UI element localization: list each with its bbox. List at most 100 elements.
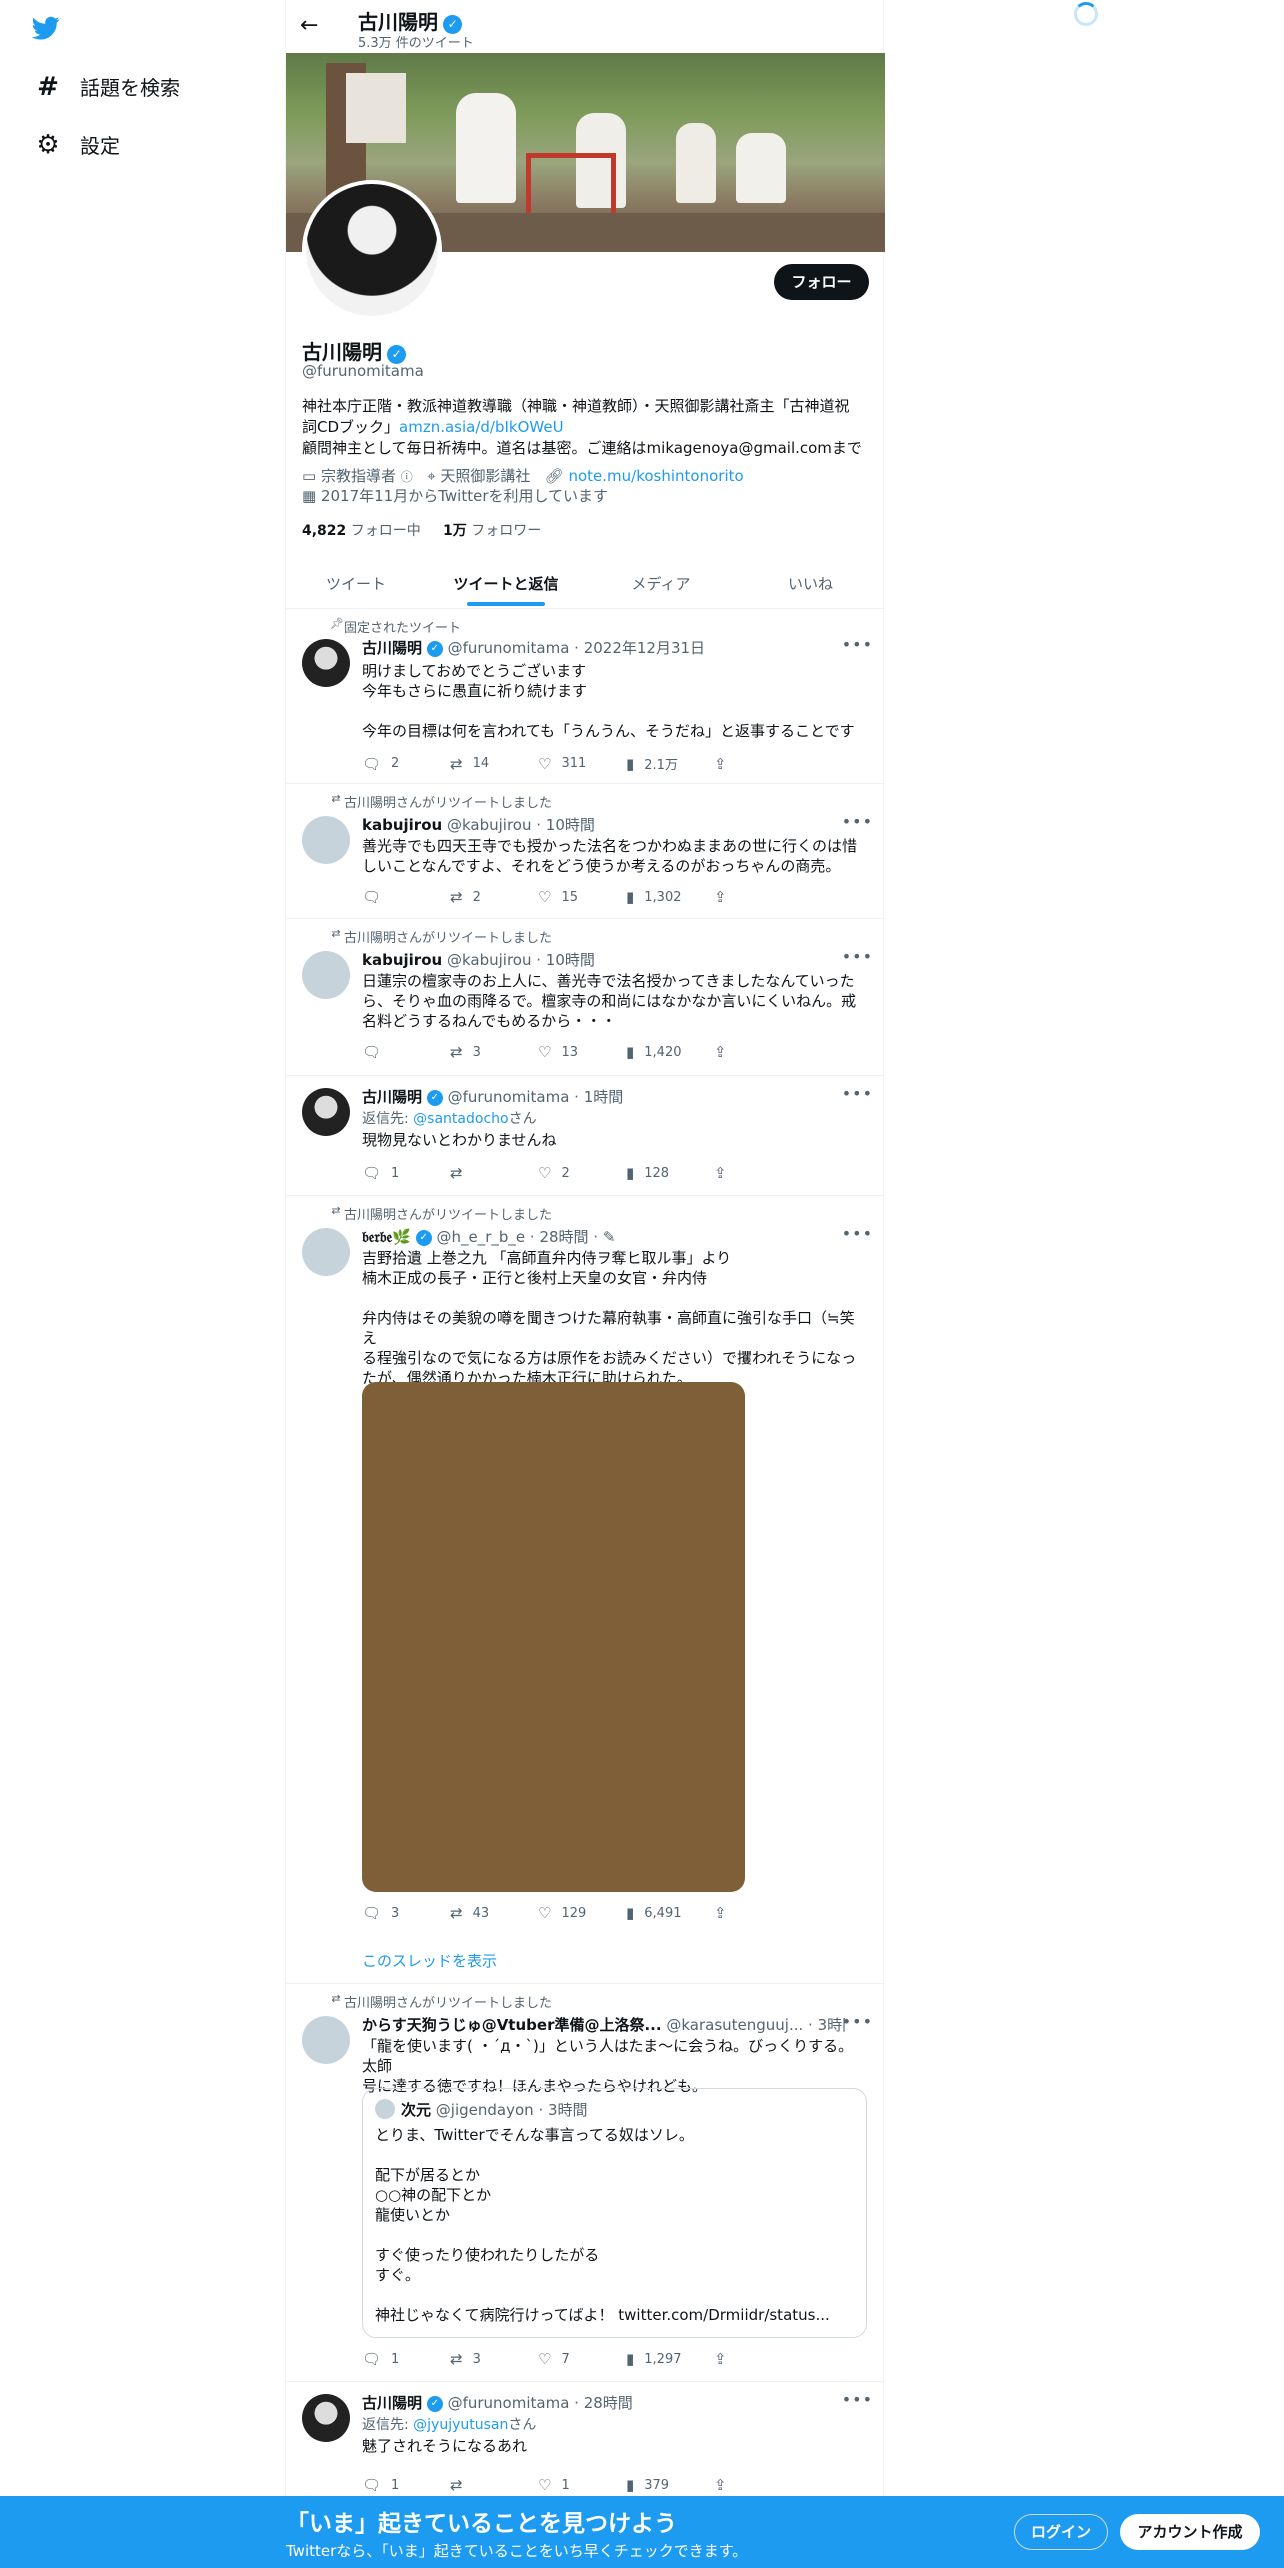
views-button[interactable]: ▮ 1,297 [626, 2350, 714, 2368]
profile-category: 宗教指導者 [320, 467, 396, 485]
avatar[interactable] [302, 2394, 350, 2442]
share-button[interactable]: ⇪ [714, 2350, 802, 2368]
tweet-media-image[interactable] [362, 1382, 745, 1892]
follow-button[interactable]: フォロー [774, 264, 869, 300]
avatar[interactable] [302, 639, 350, 687]
retweet-button[interactable]: ⇄ 14 [450, 754, 538, 773]
tweet-handle[interactable]: @h_e_r_b_e [436, 1228, 525, 1246]
edited-icon[interactable]: ✎ [603, 1228, 616, 1246]
views-button[interactable]: ▮ 2.1万 [626, 754, 714, 774]
login-button[interactable]: ログイン [1014, 2514, 1108, 2550]
tweet-author-name[interactable]: 古川陽明 [362, 2394, 422, 2412]
like-button[interactable]: ♡ 7 [538, 2350, 626, 2368]
avatar[interactable] [302, 2016, 350, 2064]
tweet-handle[interactable]: @kabujirou [447, 816, 532, 834]
reply-button[interactable]: 🗨︎ 1 [362, 1164, 450, 1182]
avatar[interactable] [302, 816, 350, 864]
tweet-author-name[interactable]: からす天狗うじゅ@Vtuber準備@上洛祭... [362, 2016, 662, 2034]
sidebar-item-settings[interactable]: ⚙ 設定 [34, 130, 120, 159]
avatar[interactable] [302, 951, 350, 999]
reply-button[interactable]: 🗨︎ 1 [362, 2476, 450, 2494]
tweet-author-name[interactable]: kabujirou [362, 816, 442, 834]
retweet-button[interactable]: ⇄ [450, 1164, 538, 1182]
reply-button[interactable]: 🗨︎ 1 [362, 2350, 450, 2368]
share-button[interactable]: ⇪ [714, 888, 802, 906]
show-thread-link[interactable]: このスレッドを表示 [362, 1950, 497, 1971]
reply-button[interactable]: 🗨︎ 2 [362, 754, 450, 773]
tweet-retweet-media[interactable]: ⇄ 古川陽明さんがリツイートしました 𝔟𝔢𝔯𝔟𝔢🌿 ✓ @h_e_r_b_e · … [286, 1196, 885, 1984]
more-options-icon[interactable]: ••• [842, 812, 873, 831]
following-link[interactable]: 4,822 フォロー中 [302, 523, 421, 539]
sidebar-item-explore[interactable]: # 話題を検索 [34, 72, 180, 101]
retweet-button[interactable]: ⇄ 3 [450, 2350, 538, 2368]
retweet-button[interactable]: ⇄ 43 [450, 1904, 538, 1922]
tab-tweets[interactable]: ツイート [286, 560, 426, 608]
profile-avatar[interactable] [302, 180, 442, 320]
views-button[interactable]: ▮ 128 [626, 1164, 714, 1182]
like-button[interactable]: ♡ 15 [538, 888, 626, 906]
tweet-retweet-quote[interactable]: ⇄ 古川陽明さんがリツイートしました からす天狗うじゅ@Vtuber準備@上洛祭.… [286, 1984, 885, 2382]
tweet-handle[interactable]: @furunomitama [448, 1088, 570, 1106]
views-button[interactable]: ▮ 1,420 [626, 1043, 714, 1061]
tweet-handle[interactable]: @kabujirou [447, 951, 532, 969]
tweet-handle[interactable]: @karasutenguuj... [666, 2016, 803, 2034]
followers-link[interactable]: 1万 フォロワー [443, 523, 541, 539]
tweet-time[interactable]: 28時間 [584, 2394, 633, 2412]
tweet-author-name[interactable]: 古川陽明 [362, 1088, 422, 1106]
info-icon[interactable]: ⓘ [401, 470, 413, 484]
share-button[interactable]: ⇪ [714, 1043, 802, 1061]
reply-to-link[interactable]: @jyujyutusan [413, 2417, 508, 2433]
tweet-handle[interactable]: @furunomitama [448, 2394, 570, 2412]
tweet-time[interactable]: 10時間 [546, 816, 595, 834]
like-button[interactable]: ♡ 311 [538, 754, 626, 773]
tweet-reply[interactable]: 古川陽明 ✓ @furunomitama · 1時間 ••• 返信先: @san… [286, 1076, 885, 1196]
tweet-author-name[interactable]: 古川陽明 [362, 639, 422, 657]
share-button[interactable]: ⇪ [714, 1164, 802, 1182]
tweet-time[interactable]: 2022年12月31日 [584, 639, 705, 657]
avatar[interactable] [302, 1088, 350, 1136]
views-button[interactable]: ▮ 379 [626, 2476, 714, 2494]
tab-likes[interactable]: いいね [736, 560, 885, 608]
like-button[interactable]: ♡ 2 [538, 1164, 626, 1182]
reply-button[interactable]: 🗨︎ [362, 888, 450, 906]
more-options-icon[interactable]: ••• [842, 635, 873, 654]
views-button[interactable]: ▮ 1,302 [626, 888, 714, 906]
tweet-time[interactable]: 28時間 [539, 1228, 588, 1246]
tab-media[interactable]: メディア [586, 560, 736, 608]
tweet-author-name[interactable]: kabujirou [362, 951, 442, 969]
profile-website-link[interactable]: note.mu/koshintonorito [568, 467, 743, 485]
tweet-pinned[interactable]: 📌︎ 固定されたツイート 古川陽明 ✓ @furunomitama · 2022年… [286, 609, 885, 784]
tweet-reply[interactable]: 古川陽明 ✓ @furunomitama · 28時間 ••• 返信先: @jy… [286, 2382, 885, 2500]
share-button[interactable]: ⇪ [714, 754, 802, 773]
tweet-time[interactable]: 10時間 [546, 951, 595, 969]
like-button[interactable]: ♡ 129 [538, 1904, 626, 1922]
avatar[interactable] [302, 1228, 350, 1276]
tweet-retweet[interactable]: ⇄ 古川陽明さんがリツイートしました kabujirou @kabujirou ·… [286, 784, 885, 919]
tweet-retweet[interactable]: ⇄ 古川陽明さんがリツイートしました kabujirou @kabujirou ·… [286, 919, 885, 1076]
back-arrow-icon[interactable]: ← [300, 12, 318, 40]
bio-link[interactable]: amzn.asia/d/bIkOWeU [399, 418, 564, 436]
tweet-time[interactable]: 1時間 [584, 1088, 624, 1106]
more-options-icon[interactable]: ••• [842, 947, 873, 966]
like-button[interactable]: ♡ 13 [538, 1043, 626, 1061]
share-button[interactable]: ⇪ [714, 2476, 802, 2494]
views-button[interactable]: ▮ 6,491 [626, 1904, 714, 1922]
twitter-logo-icon[interactable] [30, 14, 62, 42]
more-options-icon[interactable]: ••• [842, 2012, 873, 2031]
retweet-button[interactable]: ⇄ 3 [450, 1043, 538, 1061]
reply-button[interactable]: 🗨︎ [362, 1043, 450, 1061]
reply-button[interactable]: 🗨︎ 3 [362, 1904, 450, 1922]
like-button[interactable]: ♡ 1 [538, 2476, 626, 2494]
more-options-icon[interactable]: ••• [842, 1224, 873, 1243]
tab-tweets-and-replies[interactable]: ツイートと返信 [426, 560, 586, 608]
tweet-author-name[interactable]: 𝔟𝔢𝔯𝔟𝔢🌿 [362, 1228, 411, 1246]
more-options-icon[interactable]: ••• [842, 2390, 873, 2409]
quoted-tweet[interactable]: 次元 @jigendayon · 3時間 とりま、Twitterでそんな事言って… [362, 2088, 867, 2338]
retweet-button[interactable]: ⇄ [450, 2476, 538, 2494]
reply-to-link[interactable]: @santadocho [413, 1111, 508, 1127]
more-options-icon[interactable]: ••• [842, 1084, 873, 1103]
tweet-handle[interactable]: @furunomitama [448, 639, 570, 657]
share-button[interactable]: ⇪ [714, 1904, 802, 1922]
retweet-button[interactable]: ⇄ 2 [450, 888, 538, 906]
signup-button[interactable]: アカウント作成 [1120, 2514, 1260, 2550]
